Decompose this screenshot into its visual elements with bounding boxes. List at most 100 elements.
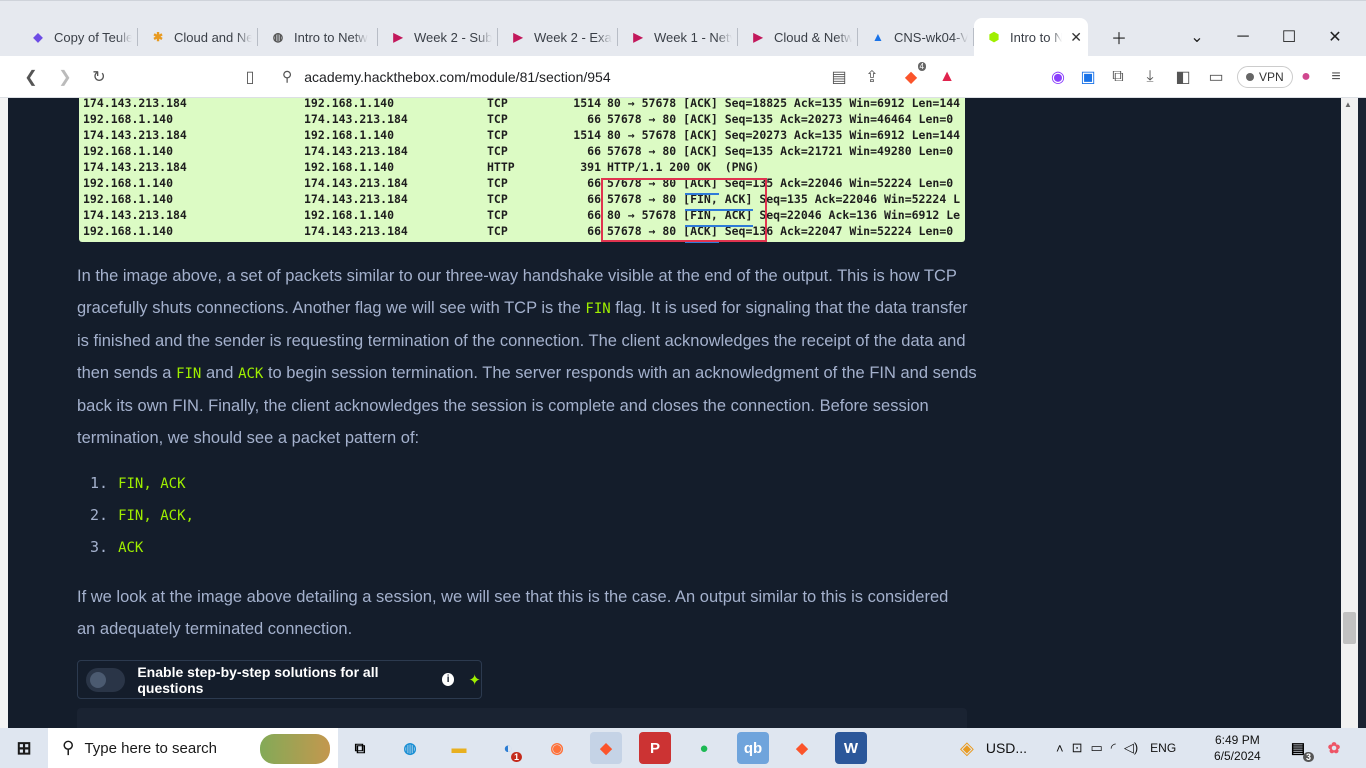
highlight-box [601, 178, 767, 242]
packet-length: 1514 [573, 128, 601, 142]
forward-icon[interactable]: ❯ [52, 64, 78, 90]
packet-source: 192.168.1.140 [83, 176, 174, 190]
taskbar-search-box[interactable]: ⚲ Type here to search [48, 728, 338, 768]
downloads-icon[interactable]: ⤓ [1137, 64, 1163, 90]
tab-5[interactable]: ▶ Week 2 - Exan [498, 18, 618, 56]
brave-rewards-icon[interactable]: ▲ [934, 64, 960, 90]
mail-icon[interactable]: ◐ 1 [492, 732, 524, 764]
inline-code-fin: FIN [176, 366, 202, 382]
brave-icon-2[interactable]: ◆ [786, 732, 818, 764]
inline-code-ack: ACK [238, 366, 264, 382]
brave-taskbar-icon[interactable]: ◆ [590, 732, 622, 764]
language-indicator[interactable]: ENG [1150, 741, 1176, 755]
list-text: FIN, ACK [118, 476, 186, 492]
menu-icon[interactable]: ≡ [1323, 64, 1349, 90]
packet-row: 192.168.1.140 174.143.213.184 TCP 66 57678 →… [79, 176, 965, 192]
wallet-broadcast-icon[interactable]: ◉ [1045, 64, 1071, 90]
clock-time: 6:49 PM [1215, 733, 1260, 747]
minimize-button[interactable]: ─ [1220, 18, 1266, 56]
profile-icon[interactable]: ● [1293, 64, 1319, 90]
wifi-icon[interactable]: ◜ [1111, 740, 1116, 756]
tab-9[interactable]: ⬢ Intro to N ✕ [974, 18, 1088, 56]
windows-start-icon[interactable]: ⊞ [8, 732, 40, 764]
tab-label: Intro to Netw [294, 29, 368, 45]
packet-info: 80 → 57678 [ACK] Seq=20273 Ack=135 Win=6… [607, 128, 961, 142]
battery-icon[interactable]: ▭ [1091, 740, 1103, 756]
word-icon[interactable]: W [835, 732, 867, 764]
stock-widget[interactable]: ◈ USD... [960, 728, 1027, 768]
meet-now-icon[interactable]: ⊡ [1072, 740, 1083, 756]
tab-3[interactable]: ◍ Intro to Netw [258, 18, 378, 56]
packet-protocol: TCP [487, 144, 508, 158]
qbittorrent-icon[interactable]: qb [737, 732, 769, 764]
volume-icon[interactable]: ◁) [1124, 740, 1138, 756]
new-tab-button[interactable]: ＋ [1096, 18, 1142, 56]
packet-row: 192.168.1.140 174.143.213.184 TCP 66 57678 →… [79, 112, 965, 128]
extensions-icon[interactable]: ⧉ [1105, 64, 1131, 90]
tab-bar: ◆ Copy of Teule ✱ Cloud and Ne ◍ Intro to Net… [0, 0, 1366, 56]
step-by-step-toggle[interactable] [86, 667, 126, 692]
tab-6[interactable]: ▶ Week 1 - Netv [618, 18, 738, 56]
chevron-up-icon[interactable]: ˄ [1056, 741, 1064, 756]
task-view-icon[interactable]: ⧉ [344, 732, 376, 764]
close-tab-icon[interactable]: ✕ [1070, 29, 1082, 46]
tab-8[interactable]: ▲ CNS-wk04-Vic [858, 18, 974, 56]
notification-icon[interactable]: ▤ 3 [1282, 732, 1314, 764]
system-tray: ˄ ⊡ ▭ ◜ ◁) ENG [1056, 728, 1176, 768]
packet-protocol: TCP [487, 128, 508, 142]
extension-fi-icon[interactable]: ▣ [1075, 64, 1101, 90]
wallet-icon[interactable]: ▭ [1203, 64, 1229, 90]
tab-2[interactable]: ✱ Cloud and Ne [138, 18, 258, 56]
shield-icon: ◆ [33, 30, 43, 44]
tab-1[interactable]: ◆ Copy of Teule [18, 18, 138, 56]
mail-badge: 1 [510, 752, 522, 762]
back-icon[interactable]: ❮ [18, 64, 44, 90]
packet-destination: 174.143.213.184 [304, 224, 408, 238]
list-number: 2. [90, 506, 109, 524]
share-icon[interactable]: ⇪ [859, 64, 885, 90]
list-item: 3. ACK [90, 538, 143, 556]
edge-icon[interactable]: ◍ [394, 732, 426, 764]
tab-search-icon[interactable]: ⌄ [1174, 18, 1220, 56]
maximize-button[interactable]: ☐ [1266, 18, 1312, 56]
tab-7[interactable]: ▶ Cloud & Netw [738, 18, 858, 56]
windows-taskbar: ⊞ ⚲ Type here to search ⧉ ◍ ▬ ◐ 1 ◉ ◆ P ●… [0, 728, 1366, 768]
tab-4[interactable]: ▶ Week 2 - Subr [378, 18, 498, 56]
firefox-icon[interactable]: ◉ [541, 732, 573, 764]
close-window-button[interactable]: ✕ [1312, 18, 1358, 56]
packet-length: 66 [587, 208, 601, 222]
packet-source: 174.143.213.184 [83, 128, 187, 142]
packet-info: 80 → 57678 [ACK] Seq=18825 Ack=135 Win=6… [607, 98, 961, 110]
sidebar-icon[interactable]: ◧ [1170, 64, 1196, 90]
packet-capture-image: 174.143.213.184 192.168.1.140 TCP 1514 80 → … [79, 98, 965, 243]
page-content: 174.143.213.184 192.168.1.140 TCP 1514 80 → … [8, 98, 1341, 728]
reader-mode-icon[interactable]: ▤ [826, 64, 852, 90]
inline-code-fin: FIN [585, 301, 611, 317]
info-icon[interactable]: i [441, 673, 455, 686]
vpn-label: VPN [1259, 70, 1284, 84]
reload-icon[interactable]: ↻ [86, 64, 112, 90]
spotify-icon[interactable]: ● [688, 732, 720, 764]
scrollbar-thumb[interactable] [1343, 612, 1356, 644]
podcast-icon[interactable]: P [639, 732, 671, 764]
packet-protocol: TCP [487, 176, 508, 190]
brave-shields-icon[interactable]: ◆ 4 [898, 62, 926, 90]
vpn-button[interactable]: VPN [1237, 66, 1293, 88]
clock[interactable]: 6:49 PM 6/5/2024 [1214, 728, 1261, 768]
address-bar[interactable]: ⚲ academy.hackthebox.com/module/81/secti… [274, 61, 896, 92]
site-settings-icon[interactable]: ⚲ [282, 68, 292, 85]
bookmark-icon[interactable]: ▯ [237, 64, 263, 90]
toggle-knob [90, 671, 106, 688]
packet-protocol: TCP [487, 224, 508, 238]
file-explorer-icon[interactable]: ▬ [443, 732, 475, 764]
globe-icon: ◍ [272, 30, 284, 44]
copilot-icon[interactable]: ✿ [1318, 732, 1350, 764]
pin-icon[interactable]: ✦ [468, 671, 481, 689]
scroll-up-icon[interactable]: ▲ [1344, 100, 1352, 109]
cube-icon: ⬢ [988, 30, 1000, 44]
packet-length: 66 [587, 224, 601, 238]
notification-count: 3 [1302, 752, 1314, 762]
packet-length: 66 [587, 144, 601, 158]
text-segment: and [201, 364, 239, 382]
packet-info: HTTP/1.1 200 OK (PNG) [607, 160, 760, 174]
